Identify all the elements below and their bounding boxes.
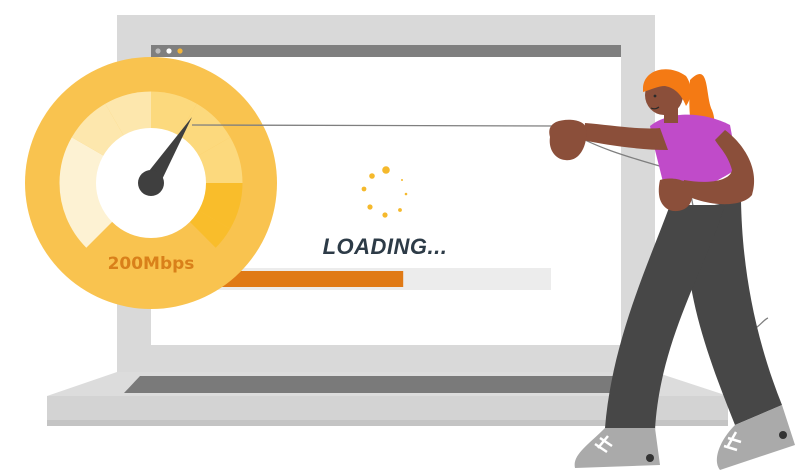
front-shoe (574, 428, 660, 468)
back-shoe-eyelet (779, 431, 787, 439)
back-fist (658, 178, 693, 212)
browser-titlebar (151, 45, 621, 57)
speed-value-label: 200Mbps (108, 254, 195, 274)
window-dot-2 (166, 48, 172, 54)
speedometer: 200Mbps (25, 57, 277, 309)
window-dot-3 (177, 48, 183, 54)
gauge-needle-hub (138, 170, 164, 196)
front-shoe-eyelet (646, 454, 654, 462)
speed-test-illustration: LOADING... 200Mbps (25, 15, 795, 470)
eye (653, 94, 657, 98)
progress-fill (215, 271, 404, 287)
window-dot-1 (155, 48, 161, 54)
keyboard-deck (124, 376, 648, 393)
loading-text: LOADING... (323, 234, 448, 259)
